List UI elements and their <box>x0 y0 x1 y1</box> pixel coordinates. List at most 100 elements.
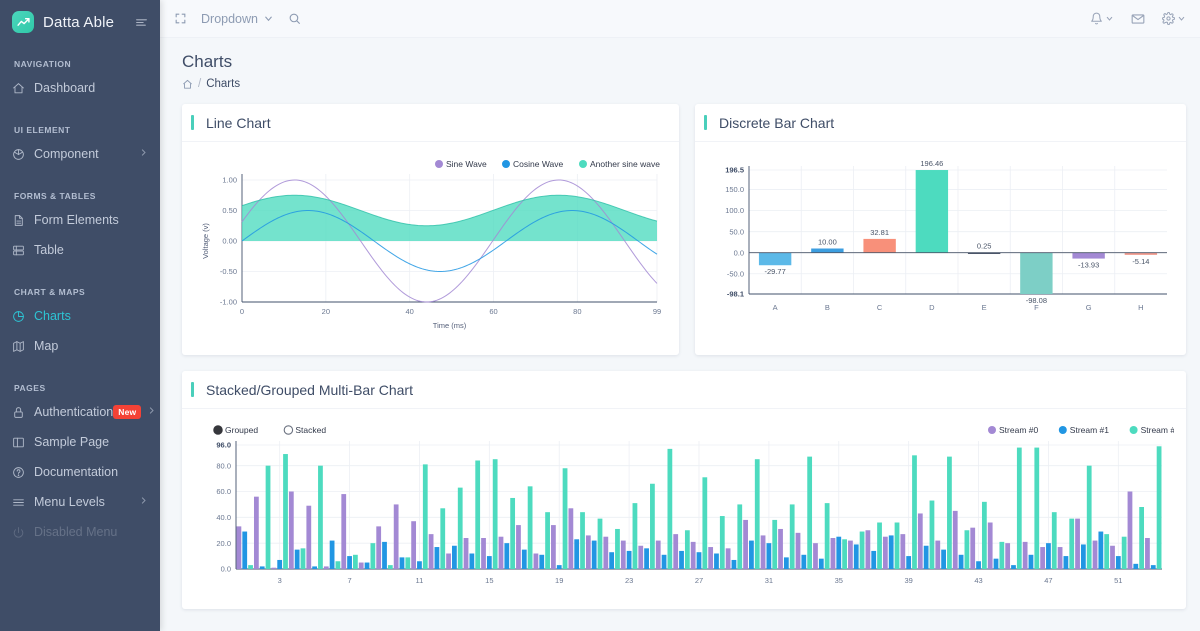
bar-group-24-stream-2[interactable] <box>667 449 672 569</box>
discrete-bar-svg[interactable]: 196.5150.0100.050.00.0-50.0-98.1-29.77A1… <box>707 152 1174 352</box>
menu-toggle-icon[interactable] <box>135 16 148 29</box>
sidebar-item-charts[interactable]: Charts <box>0 301 160 331</box>
bar-group-20-stream-1[interactable] <box>592 541 597 569</box>
bar-group-10-stream-1[interactable] <box>417 561 422 569</box>
bar-C[interactable] <box>863 239 895 253</box>
bar-group-35-stream-0[interactable] <box>848 541 853 569</box>
bar-group-46-stream-2[interactable] <box>1052 512 1057 569</box>
bar-group-31-stream-2[interactable] <box>790 504 795 569</box>
bar-group-22-stream-0[interactable] <box>621 541 626 569</box>
bar-group-42-stream-0[interactable] <box>970 528 975 569</box>
control-label[interactable]: Grouped <box>225 425 258 435</box>
bar-group-30-stream-2[interactable] <box>772 520 777 569</box>
bar-group-20-stream-0[interactable] <box>586 535 591 569</box>
bar-group-44-stream-1[interactable] <box>1011 565 1016 569</box>
bar-group-23-stream-1[interactable] <box>644 548 649 569</box>
bar-group-46-stream-1[interactable] <box>1046 543 1051 569</box>
bar-group-25-stream-2[interactable] <box>685 530 690 569</box>
bar-group-0-stream-0[interactable] <box>237 526 242 569</box>
bar-group-8-stream-2[interactable] <box>388 565 393 569</box>
bar-F[interactable] <box>1020 253 1052 294</box>
bar-group-31-stream-1[interactable] <box>784 557 789 569</box>
bar-group-5-stream-1[interactable] <box>330 541 335 569</box>
bar-group-21-stream-2[interactable] <box>615 529 620 569</box>
bar-group-7-stream-0[interactable] <box>359 563 364 569</box>
bar-group-20-stream-2[interactable] <box>598 519 603 569</box>
bar-group-9-stream-1[interactable] <box>400 557 405 569</box>
bar-group-48-stream-1[interactable] <box>1081 544 1086 569</box>
bar-group-24-stream-0[interactable] <box>656 541 661 569</box>
bar-group-34-stream-1[interactable] <box>836 537 841 569</box>
bar-group-40-stream-1[interactable] <box>941 550 946 569</box>
search-icon[interactable] <box>288 12 301 25</box>
bar-group-52-stream-1[interactable] <box>1151 565 1156 569</box>
bar-group-51-stream-1[interactable] <box>1133 564 1138 569</box>
bar-group-42-stream-2[interactable] <box>982 502 987 569</box>
mail-icon[interactable] <box>1131 12 1145 26</box>
bar-group-36-stream-0[interactable] <box>866 530 871 569</box>
sidebar-item-component[interactable]: Component <box>0 139 160 169</box>
sidebar-item-sample-page[interactable]: Sample Page <box>0 427 160 457</box>
bar-group-28-stream-2[interactable] <box>737 504 742 569</box>
bar-group-39-stream-1[interactable] <box>924 546 929 569</box>
bar-group-47-stream-2[interactable] <box>1069 519 1074 569</box>
radio-stacked[interactable] <box>284 426 292 434</box>
legend-marker[interactable] <box>1130 426 1138 434</box>
gear-icon[interactable] <box>1162 12 1186 25</box>
sidebar-item-form-elements[interactable]: Form Elements <box>0 205 160 235</box>
bar-group-15-stream-2[interactable] <box>510 498 515 569</box>
bar-group-11-stream-1[interactable] <box>435 547 440 569</box>
bell-icon[interactable] <box>1090 12 1114 25</box>
bar-group-42-stream-1[interactable] <box>976 561 981 569</box>
breadcrumb-current[interactable]: Charts <box>206 78 240 90</box>
legend-marker[interactable] <box>435 160 443 168</box>
bar-group-45-stream-0[interactable] <box>1023 542 1028 569</box>
bar-group-29-stream-2[interactable] <box>755 459 760 569</box>
bar-group-43-stream-1[interactable] <box>994 559 999 569</box>
bar-group-50-stream-2[interactable] <box>1122 537 1127 569</box>
bar-group-2-stream-1[interactable] <box>277 560 282 569</box>
bar-group-50-stream-0[interactable] <box>1110 546 1115 569</box>
bar-group-16-stream-0[interactable] <box>516 525 521 569</box>
bar-group-12-stream-0[interactable] <box>446 554 451 570</box>
bar-group-4-stream-2[interactable] <box>318 466 323 569</box>
bar-group-15-stream-1[interactable] <box>504 543 509 569</box>
bar-group-6-stream-1[interactable] <box>347 556 352 569</box>
bar-group-16-stream-2[interactable] <box>528 486 533 569</box>
bar-group-26-stream-2[interactable] <box>702 477 707 569</box>
sidebar-item-documentation[interactable]: Documentation <box>0 457 160 487</box>
maximize-icon[interactable] <box>174 12 187 25</box>
bar-group-18-stream-1[interactable] <box>557 565 562 569</box>
bar-group-37-stream-0[interactable] <box>883 537 888 569</box>
bar-group-16-stream-1[interactable] <box>522 550 527 569</box>
bar-group-26-stream-0[interactable] <box>691 542 696 569</box>
bar-group-19-stream-2[interactable] <box>580 512 585 569</box>
bar-group-7-stream-1[interactable] <box>365 563 370 569</box>
bar-group-44-stream-0[interactable] <box>1005 543 1010 569</box>
bar-B[interactable] <box>811 248 843 252</box>
legend-marker[interactable] <box>502 160 510 168</box>
sidebar-item-dashboard[interactable]: Dashboard <box>0 73 160 103</box>
bar-group-4-stream-0[interactable] <box>306 506 311 569</box>
bar-group-34-stream-2[interactable] <box>842 539 847 569</box>
radio-grouped[interactable] <box>214 426 222 434</box>
bar-group-3-stream-0[interactable] <box>289 492 294 570</box>
bar-group-5-stream-2[interactable] <box>336 561 341 569</box>
bar-D[interactable] <box>916 170 948 253</box>
bar-group-36-stream-2[interactable] <box>877 523 882 570</box>
bar-group-23-stream-2[interactable] <box>650 484 655 569</box>
sidebar-item-authentication[interactable]: AuthenticationNew <box>0 397 160 427</box>
bar-group-49-stream-0[interactable] <box>1093 541 1098 569</box>
bar-group-30-stream-1[interactable] <box>766 543 771 569</box>
bar-group-1-stream-1[interactable] <box>260 566 265 569</box>
bar-group-3-stream-2[interactable] <box>301 548 306 569</box>
bar-group-8-stream-0[interactable] <box>376 526 381 569</box>
bar-group-47-stream-1[interactable] <box>1064 556 1069 569</box>
bar-group-49-stream-2[interactable] <box>1104 534 1109 569</box>
bar-group-24-stream-1[interactable] <box>662 555 667 569</box>
dropdown-button[interactable]: Dropdown <box>201 12 274 26</box>
bar-group-33-stream-0[interactable] <box>813 543 818 569</box>
bar-group-36-stream-1[interactable] <box>871 551 876 569</box>
bar-group-43-stream-2[interactable] <box>999 542 1004 569</box>
bar-group-14-stream-0[interactable] <box>481 538 486 569</box>
